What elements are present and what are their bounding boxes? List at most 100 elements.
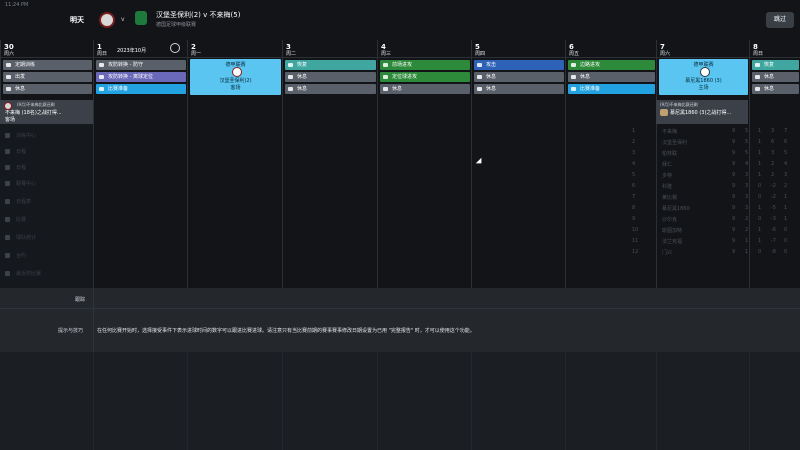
menu-item: 日程 — [5, 164, 26, 171]
session-chip[interactable]: 休息 — [474, 84, 564, 94]
session-chip[interactable]: 攻防转换 - 防守 — [96, 60, 186, 70]
menu-icon — [5, 181, 10, 186]
table-row[interactable]: 11 法兰克福 9 1 1 -7 0 — [632, 238, 792, 249]
table-cell: 9 — [732, 194, 736, 200]
opponent-crest-icon — [231, 67, 242, 77]
table-cell: 1 — [758, 238, 762, 244]
session-chip[interactable]: 休息 — [3, 84, 92, 94]
table-cell: 5 — [632, 172, 636, 178]
divider — [566, 57, 657, 58]
table-cell: 斯图加特 — [662, 228, 683, 234]
day-of-week: 周三 — [381, 51, 392, 57]
session-chip[interactable]: 休息 — [380, 84, 470, 94]
menu-item: 训练中心 — [5, 132, 36, 139]
day-of-week: 周日 — [97, 51, 108, 57]
table-cell: 3 — [745, 183, 749, 189]
divider — [749, 352, 750, 450]
table-cell: 9 — [632, 216, 636, 222]
table-cell: 2 — [632, 139, 636, 145]
table-row[interactable]: 10 斯图加特 9 2 1 -6 0 — [632, 227, 792, 238]
table-row[interactable]: 3 柏林联 9 5 1 3 5 — [632, 150, 792, 161]
notice-team: 不来梅 (18名)之战打得... — [5, 110, 62, 116]
menu-icon — [5, 271, 10, 276]
menu-label: 日程 — [16, 149, 27, 155]
match-venue: 客场 — [230, 85, 241, 91]
session-chip[interactable]: 恢复 — [285, 60, 376, 70]
session-chip[interactable]: 恢复 — [752, 60, 799, 70]
session-chip[interactable]: 攻防转换 - 离球定位 — [96, 72, 186, 82]
menu-icon — [5, 165, 10, 170]
menu-item: 球队统计 — [5, 234, 36, 241]
month-label: 2023年10月 — [117, 48, 147, 54]
table-row[interactable]: 12 门兴 9 1 0 -8 0 — [632, 249, 792, 260]
session-chip[interactable]: 比赛准备 — [568, 84, 655, 94]
table-row[interactable]: 7 莱比锡 9 3 0 -2 1 — [632, 194, 792, 205]
session-chip[interactable]: 攻击 — [474, 60, 564, 70]
table-cell: 9 — [732, 205, 736, 211]
table-row[interactable]: 9 沙尔克 9 2 0 -3 1 — [632, 216, 792, 227]
match-opponent: 慕尼黑1860 (3) — [685, 78, 722, 84]
session-chip[interactable]: 休息 — [752, 84, 799, 94]
table-cell: 9 — [732, 172, 736, 178]
fixture-title[interactable]: 汉堡圣保利(2) v 不来梅(5) — [156, 10, 240, 20]
match-notice[interactable]: (9月)不来梅比赛还剩 慕尼黑1860 (3)之战打得... — [656, 100, 748, 124]
table-cell: 不来梅 — [662, 129, 678, 135]
table-row[interactable]: 2 汉堡圣保利 9 5 1 6 6 — [632, 139, 792, 150]
table-row[interactable]: 4 拜仁 9 4 1 2 4 — [632, 161, 792, 172]
match-opponent: 汉堡圣保利(2) — [219, 78, 252, 84]
divider — [656, 352, 657, 450]
divider — [472, 57, 566, 58]
session-chip[interactable]: 休息 — [568, 72, 655, 82]
day-of-week: 周二 — [286, 51, 297, 57]
table-row[interactable]: 1 不来梅 9 5 1 3 7 — [632, 128, 792, 139]
table-cell: 2 — [745, 227, 749, 233]
table-cell: 1 — [758, 161, 762, 167]
table-cell: -8 — [771, 249, 776, 255]
match-card[interactable]: 德甲联赛 慕尼黑1860 (3) 主场 — [659, 59, 748, 95]
league-table: 1 不来梅 9 5 1 3 7 2 汉堡圣保利 9 5 1 6 6 3 柏林联 9 5 1 3 5 4 拜仁 9 4 1 2 4 5 多特… — [632, 128, 792, 260]
away-team-crest-icon — [135, 11, 147, 25]
session-chip[interactable]: 比赛准备 — [96, 84, 186, 94]
match-notice[interactable]: (9月)不来梅比赛还剩 不来梅 (18名)之战打得... 客场 — [0, 100, 93, 124]
divider — [94, 57, 188, 58]
refresh-icon[interactable] — [170, 43, 180, 53]
skip-button[interactable]: 跳过 — [766, 12, 794, 28]
table-cell: 9 — [732, 150, 736, 156]
session-chip[interactable]: 休息 — [474, 72, 564, 82]
day-column: 2 周一 德甲联赛 汉堡圣保利(2) 客场 — [187, 40, 283, 288]
tracking-label: 跟踪 — [75, 297, 86, 303]
session-chip[interactable]: 边路进攻 — [568, 60, 655, 70]
match-card[interactable]: 德甲联赛 汉堡圣保利(2) 客场 — [190, 59, 281, 95]
divider — [378, 57, 472, 58]
session-chip[interactable]: 休息 — [752, 72, 799, 82]
table-cell: 慕尼黑1860 — [662, 206, 690, 212]
session-chip[interactable]: 休息 — [285, 72, 376, 82]
menu-label: 球队统计 — [16, 235, 37, 241]
session-chip[interactable]: 定期训练 — [3, 60, 92, 70]
session-chip[interactable]: 前场进攻 — [380, 60, 470, 70]
menu-item: 联赛中心 — [5, 180, 36, 187]
menu-icon — [5, 253, 10, 258]
table-cell: 5 — [784, 150, 788, 156]
table-cell: 6 — [784, 139, 788, 145]
table-cell: 1 — [745, 249, 749, 255]
menu-label: 合约 — [16, 253, 27, 259]
menu-label: 训练中心 — [16, 133, 37, 139]
table-row[interactable]: 8 慕尼黑1860 9 3 1 -5 1 — [632, 205, 792, 216]
session-chip[interactable]: 出发 — [3, 72, 92, 82]
table-cell: -3 — [771, 216, 776, 222]
session-chip[interactable]: 休息 — [285, 84, 376, 94]
session-chip[interactable]: 定位球进攻 — [380, 72, 470, 82]
divider — [471, 352, 472, 450]
bottom-area — [0, 352, 800, 450]
table-cell: 4 — [745, 161, 749, 167]
table-cell: 7 — [632, 194, 636, 200]
opponent-crest-icon — [699, 67, 710, 77]
table-cell: 9 — [732, 128, 736, 134]
divider — [93, 288, 94, 352]
table-row[interactable]: 5 多特 9 3 1 2 3 — [632, 172, 792, 183]
table-cell: 0 — [784, 238, 788, 244]
table-row[interactable]: 6 科隆 9 3 0 -2 2 — [632, 183, 792, 194]
divider — [1, 57, 94, 58]
table-cell: 柏林联 — [662, 151, 678, 157]
